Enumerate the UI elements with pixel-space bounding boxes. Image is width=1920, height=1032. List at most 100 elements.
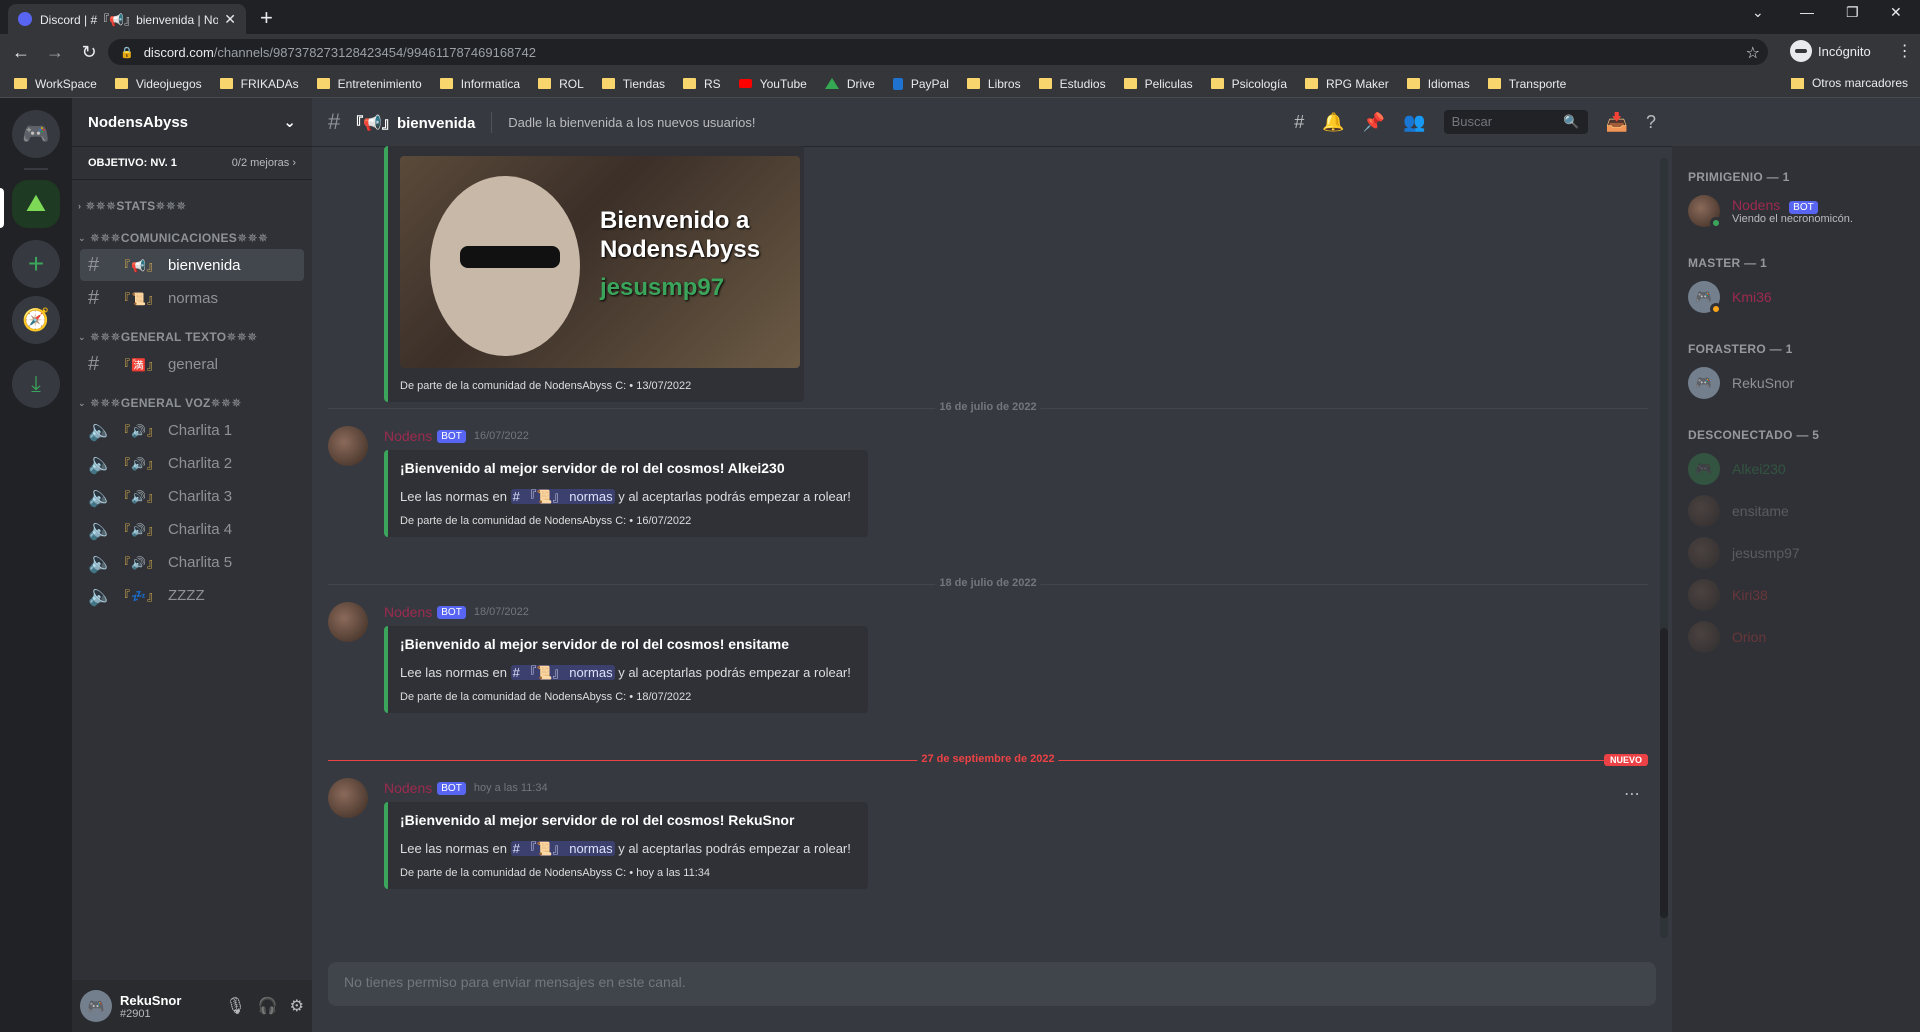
member-name: Nodens (1732, 197, 1781, 213)
address-bar[interactable]: 🔒 discord.com /channels/9873782731284234… (108, 39, 1768, 65)
chevron-right-icon: › (78, 201, 82, 211)
member-name: Orion (1732, 629, 1767, 645)
bookmark-folder[interactable]: Psicología (1210, 77, 1287, 91)
back-icon[interactable]: ← (8, 42, 34, 63)
author-avatar[interactable] (328, 426, 368, 466)
member-item[interactable]: Orion (1688, 616, 1912, 658)
category-general-texto[interactable]: ⌄ ✵✵✵GENERAL TEXTO✵✵✵ (72, 327, 312, 347)
new-tab-icon[interactable]: + (260, 5, 273, 31)
bookmark-folder[interactable]: Entretenimiento (316, 77, 422, 91)
voice-channel[interactable]: 🔈 『🔊』 Charlita 1 (80, 414, 304, 446)
more-options-icon[interactable]: ⋯ (1624, 784, 1640, 804)
pinned-messages-icon[interactable]: 📌 (1363, 112, 1385, 133)
restore-icon[interactable]: ❐ (1846, 4, 1859, 21)
explore-servers-icon[interactable]: 🧭 (12, 296, 60, 344)
user-avatar[interactable]: 🎮 (80, 990, 112, 1022)
download-apps-icon[interactable]: ⤓ (12, 360, 60, 408)
category-comunicaciones[interactable]: ⌄ ✵✵✵COMUNICACIONES✵✵✵ (72, 228, 312, 248)
bookmark-paypal[interactable]: PayPal (892, 77, 949, 91)
bookmark-folder[interactable]: Libros (966, 77, 1021, 91)
bookmark-star-icon[interactable]: ☆ (1746, 43, 1760, 63)
add-server-icon[interactable]: + (12, 240, 60, 288)
close-tab-icon[interactable]: ✕ (224, 11, 236, 28)
chrome-menu-icon[interactable]: ⋮ (1897, 41, 1913, 61)
tab-search-icon[interactable]: ⌄ (1752, 4, 1764, 21)
headphones-icon[interactable]: 🎧 (258, 996, 278, 1016)
threads-icon[interactable]: # (1294, 112, 1304, 133)
bookmark-youtube[interactable]: YouTube (738, 76, 807, 91)
category-stats[interactable]: › ✵✵✵STATS✵✵✵ (72, 196, 312, 216)
channel-general[interactable]: # 『🈵』 general (80, 348, 304, 380)
boost-goal: OBJETIVO: NV. 1 (88, 156, 177, 169)
channel-topic[interactable]: Dadle la bienvenida a los nuevos usuario… (508, 115, 755, 130)
author-avatar[interactable] (328, 778, 368, 818)
voice-channel[interactable]: 🔈 『🔊』 Charlita 3 (80, 480, 304, 512)
channel-mention[interactable]: # 『📜』 normas (510, 841, 615, 856)
bookmark-folder[interactable]: Estudios (1038, 77, 1106, 91)
mute-mic-icon[interactable]: 🎙 (225, 996, 245, 1016)
boost-goal-bar[interactable]: OBJETIVO: NV. 1 0/2 mejoras › (72, 146, 312, 180)
voice-channel[interactable]: 🔈 『🔊』 Charlita 5 (80, 546, 304, 578)
channel-bienvenida[interactable]: # 『📢』 bienvenida (80, 249, 304, 281)
author-name[interactable]: Nodens (384, 604, 432, 620)
bookmark-folder[interactable]: Videojuegos (114, 77, 202, 91)
member-list-icon[interactable]: 👥 (1403, 112, 1425, 133)
bookmark-drive[interactable]: Drive (824, 77, 875, 91)
voice-channel-icon: 🔈 (88, 452, 113, 475)
search-input[interactable]: Buscar 🔍 (1443, 110, 1588, 134)
embed-desc-text: Lee las normas en (400, 841, 507, 856)
discord-home-icon[interactable]: 🎮 (12, 110, 60, 158)
scrollbar-thumb[interactable] (1660, 628, 1668, 918)
author-avatar[interactable] (328, 602, 368, 642)
settings-gear-icon[interactable]: ⚙ (290, 996, 304, 1016)
member-item[interactable]: 🎮 RekuSnor (1688, 362, 1912, 404)
header-toolbar: # 🔔 📌 👥 Buscar 🔍 📥 ? (1276, 110, 1656, 134)
notification-bell-icon[interactable]: 🔔 (1322, 112, 1344, 133)
minimize-icon[interactable]: — (1800, 4, 1814, 20)
member-item[interactable]: Kiri38 (1688, 574, 1912, 616)
close-window-icon[interactable]: ✕ (1890, 4, 1902, 21)
bookmark-folder[interactable]: Informatica (439, 77, 520, 91)
member-avatar (1688, 195, 1722, 229)
bookmark-folder[interactable]: Transporte (1487, 77, 1566, 91)
channel-header: # 『📢』bienvenida Dadle la bienvenida a lo… (312, 98, 1672, 146)
channel-mention[interactable]: # 『📜』 normas (510, 489, 615, 504)
nodensabyss-server-icon[interactable]: ⛰ (12, 180, 60, 228)
forward-icon[interactable]: → (42, 42, 68, 63)
reload-icon[interactable]: ↻ (76, 42, 102, 63)
incognito-indicator[interactable]: Incógnito ⋮ (1790, 40, 1913, 62)
voice-channel-icon: 🔈 (88, 419, 113, 442)
member-item[interactable]: ensitame (1688, 490, 1912, 532)
bookmark-folder[interactable]: WorkSpace (14, 77, 97, 91)
user-info[interactable]: RekuSnor #2901 (120, 993, 213, 1020)
member-item[interactable]: 🎮 Kmi36 (1688, 276, 1912, 318)
voice-channel[interactable]: 🔈 『🔊』 Charlita 4 (80, 513, 304, 545)
help-icon[interactable]: ? (1646, 112, 1656, 133)
inbox-icon[interactable]: 📥 (1606, 112, 1628, 133)
member-avatar (1688, 537, 1720, 569)
voice-channel[interactable]: 🔈 『💤』 ZZZZ (80, 579, 304, 611)
bookmark-folder[interactable]: RPG Maker (1305, 77, 1389, 91)
bookmark-label: YouTube (759, 76, 807, 91)
bookmark-folder[interactable]: FRIKADAs (219, 77, 299, 91)
member-item[interactable]: Nodens BOT Viendo el necronomicón. (1688, 190, 1912, 232)
member-item[interactable]: jesusmp97 (1688, 532, 1912, 574)
welcome-card-image[interactable]: Bienvenido a NodensAbyss jesusmp97 (400, 156, 800, 368)
message-composer[interactable]: No tienes permiso para enviar mensajes e… (328, 962, 1656, 1006)
bookmark-folder[interactable]: Idiomas (1406, 77, 1470, 91)
bookmark-folder[interactable]: ROL (538, 77, 584, 91)
bookmark-folder[interactable]: Tiendas (601, 77, 665, 91)
bookmark-folder[interactable]: RS (683, 77, 721, 91)
channel-mention[interactable]: # 『📜』 normas (510, 665, 615, 680)
bookmark-folder[interactable]: Peliculas (1123, 77, 1193, 91)
voice-channel[interactable]: 🔈 『🔊』 Charlita 2 (80, 447, 304, 479)
author-name[interactable]: Nodens (384, 428, 432, 444)
member-item[interactable]: 🎮 Alkei230 (1688, 448, 1912, 490)
server-header[interactable]: NodensAbyss ⌄ (72, 98, 312, 146)
bot-badge: BOT (437, 605, 466, 619)
browser-tab[interactable]: Discord | #『📢』bienvenida | No ✕ (8, 4, 246, 34)
author-name[interactable]: Nodens (384, 780, 432, 796)
channel-normas[interactable]: # 『📜』 normas (80, 282, 304, 314)
other-bookmarks[interactable]: Otros marcadores (1790, 76, 1908, 90)
category-general-voz[interactable]: ⌄ ✵✵✵GENERAL VOZ✵✵✵ (72, 393, 312, 413)
